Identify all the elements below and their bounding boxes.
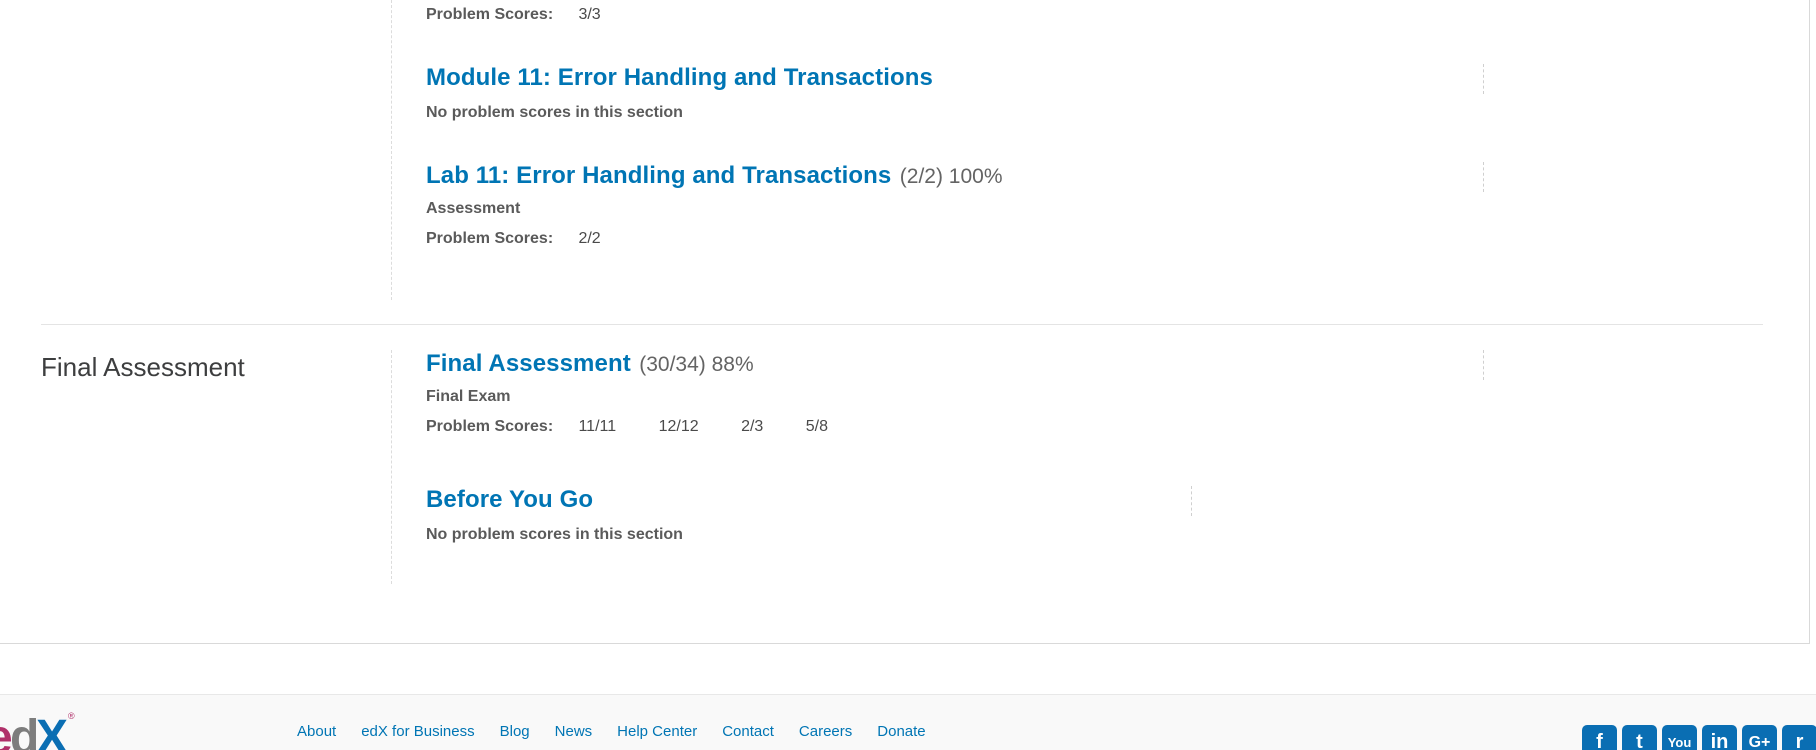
section-subtitle: Assessment [426, 200, 521, 217]
linkedin-icon[interactable]: in [1702, 725, 1737, 750]
problem-scores-label: Problem Scores: [426, 418, 554, 435]
section-subtitle: No problem scores in this section [426, 104, 683, 121]
problem-scores-row: Problem Scores: 11/11 12/12 2/3 5/8 [426, 418, 1486, 436]
edx-logo[interactable]: e d X ® [0, 709, 96, 750]
section-score: (2/2) 100% [899, 165, 1003, 188]
section-link[interactable]: Module 11: Error Handling and Transactio… [426, 64, 933, 91]
footer-link-donate[interactable]: Donate [877, 723, 925, 740]
footer-link-news[interactable]: News [555, 723, 593, 740]
social-links: f t You in G+ r [1582, 725, 1816, 750]
progress-content: Problem Scores: 3/3 Module 11: Error Han… [0, 0, 1810, 644]
grade-marker [1191, 486, 1192, 516]
svg-text:X: X [36, 711, 68, 750]
problem-scores-row: Problem Scores: 3/3 [426, 6, 1486, 24]
google-plus-icon[interactable]: G+ [1742, 725, 1777, 750]
footer-link-help-center[interactable]: Help Center [617, 723, 697, 740]
footer-nav: About edX for Business Blog News Help Ce… [297, 723, 926, 740]
problem-score: 2/3 [741, 418, 764, 435]
youtube-icon[interactable]: You [1662, 725, 1697, 750]
svg-text:®: ® [68, 711, 75, 721]
chapter-title: Final Assessment [41, 352, 245, 382]
problem-scores-label: Problem Scores: [426, 230, 554, 247]
problem-score: 5/8 [805, 418, 829, 435]
section-subtitle: Final Exam [426, 388, 511, 405]
reddit-icon[interactable]: r [1782, 725, 1816, 750]
section-before-you-go: Before You Go No problem scores in this … [426, 486, 1486, 544]
twitter-icon[interactable]: t [1622, 725, 1657, 750]
footer-link-careers[interactable]: Careers [799, 723, 852, 740]
section-score: (30/34) 88% [639, 353, 754, 376]
site-footer: e d X ® About edX for Business Blog News… [0, 694, 1816, 750]
grade-marker [1483, 64, 1484, 94]
chapter-sections: Final Assessment (30/34) 88% Final Exam … [391, 350, 1484, 584]
problem-score: 11/11 [578, 418, 617, 435]
footer-link-contact[interactable]: Contact [722, 723, 774, 740]
section-link[interactable]: Final Assessment [426, 350, 631, 377]
grade-marker [1483, 162, 1484, 192]
chapter-divider [41, 324, 1763, 325]
problem-score: 2/2 [578, 230, 601, 247]
section-link[interactable]: Before You Go [426, 486, 593, 513]
section-partial: Problem Scores: 3/3 [426, 6, 1486, 24]
footer-link-about[interactable]: About [297, 723, 336, 740]
footer-link-business[interactable]: edX for Business [361, 723, 474, 740]
section-subtitle: No problem scores in this section [426, 526, 683, 543]
problem-scores-label: Problem Scores: [426, 6, 554, 23]
grade-marker [1483, 350, 1484, 380]
section-final-assessment: Final Assessment (30/34) 88% Final Exam … [426, 350, 1486, 436]
section-module-11: Module 11: Error Handling and Transactio… [426, 64, 1486, 122]
chapter-sections: Problem Scores: 3/3 Module 11: Error Han… [391, 0, 1484, 300]
problem-scores-row: Problem Scores: 2/2 [426, 230, 1486, 248]
section-lab-11: Lab 11: Error Handling and Transactions … [426, 162, 1486, 248]
problem-score: 12/12 [658, 418, 699, 435]
facebook-icon[interactable]: f [1582, 725, 1617, 750]
footer-link-blog[interactable]: Blog [500, 723, 530, 740]
problem-score: 3/3 [578, 6, 601, 23]
section-link[interactable]: Lab 11: Error Handling and Transactions [426, 162, 891, 189]
svg-text:d: d [10, 711, 39, 750]
